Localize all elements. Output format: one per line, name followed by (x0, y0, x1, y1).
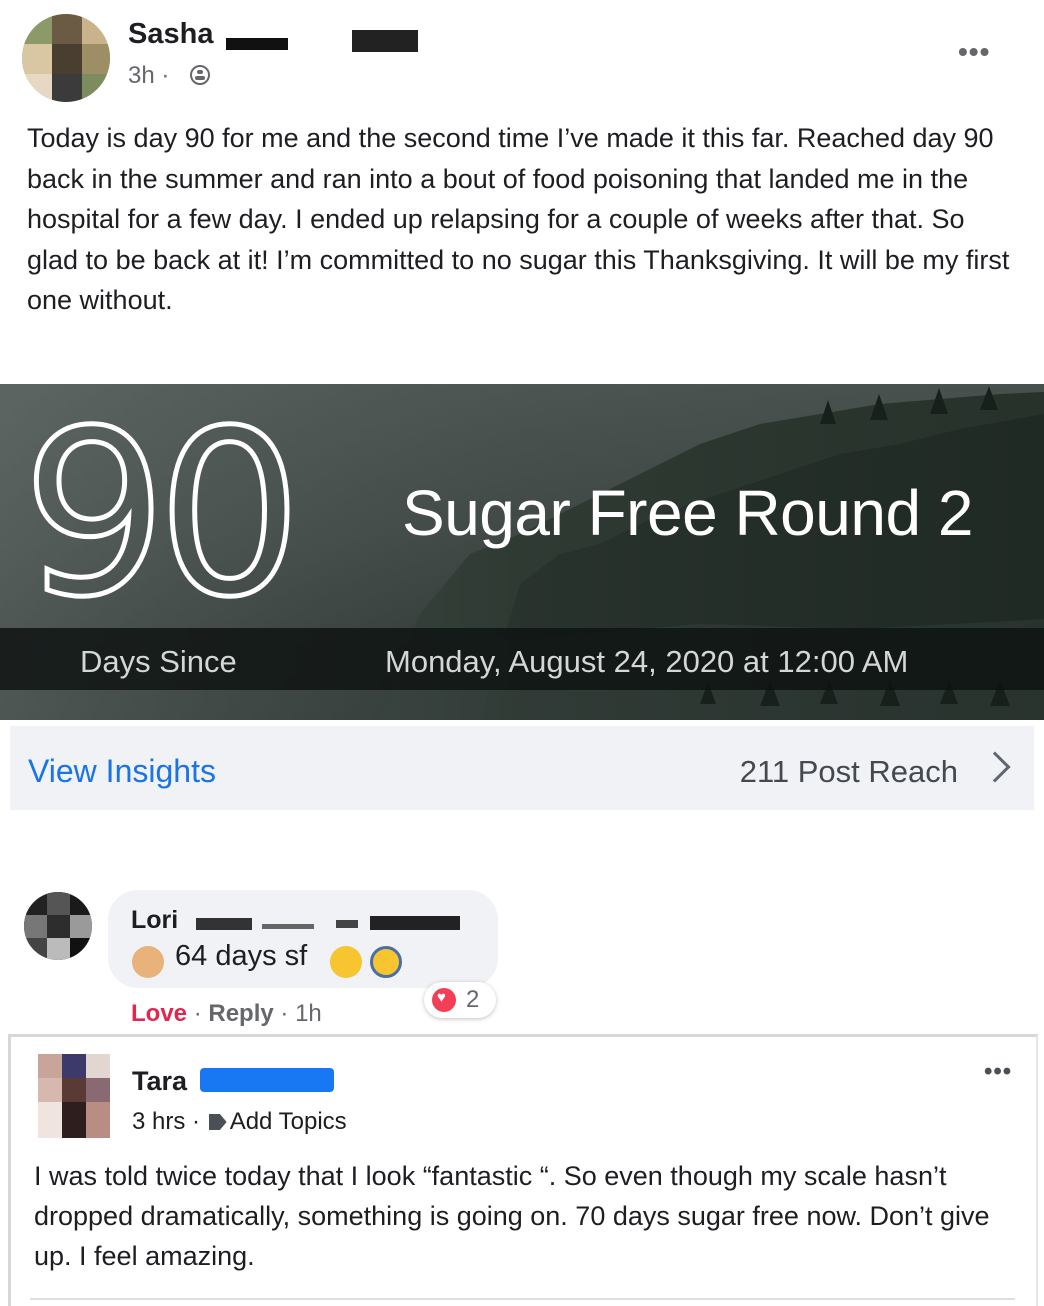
tag-icon (208, 1114, 227, 1130)
redacted-surname (352, 30, 418, 52)
comment-author[interactable]: Lori (131, 906, 178, 935)
redacted-surname (370, 916, 460, 930)
redacted-surname (196, 918, 252, 930)
audience-globe-icon (190, 65, 210, 85)
comment-actions: Love · Reply · 1h (131, 1000, 322, 1028)
post-reach-count: 211 Post Reach (739, 754, 958, 789)
view-insights-link[interactable]: View Insights (28, 753, 216, 790)
more-options-icon[interactable]: ••• (958, 36, 990, 68)
post-body-text: Today is day 90 for me and the second ti… (27, 123, 1010, 315)
redacted-surname (262, 924, 314, 929)
day-count-number: 90 (19, 381, 304, 647)
separator-dot: · (280, 1000, 296, 1027)
reaction-summary[interactable]: 2 (424, 982, 496, 1018)
author-name[interactable]: Sasha (128, 18, 213, 51)
insights-bar[interactable]: View Insights 211 Post Reach (10, 726, 1034, 810)
more-options-icon[interactable]: ••• (984, 1058, 1012, 1086)
divider (30, 1298, 1015, 1300)
days-since-label: Days Since (80, 644, 237, 679)
second-post-author[interactable]: Tara (132, 1066, 187, 1097)
reaction-count: 2 (466, 986, 480, 1013)
add-topics-link[interactable]: Add Topics (230, 1108, 347, 1135)
redacted-surname (200, 1068, 334, 1092)
nerd-face-emoji (370, 946, 402, 978)
comment-bubble (108, 890, 498, 988)
since-date: Monday, August 24, 2020 at 12:00 AM (385, 644, 909, 679)
comment-time: 1h (295, 1000, 322, 1027)
second-post-meta: 3 hrs · Add Topics (132, 1108, 347, 1136)
comment-text: 64 days sf (175, 940, 308, 972)
author-avatar[interactable] (22, 14, 110, 102)
heart-reaction-icon (432, 988, 456, 1012)
separator-dot: · (193, 1000, 209, 1027)
redacted-surname (226, 38, 288, 50)
commenter-avatar[interactable] (24, 892, 92, 960)
chevron-right-icon[interactable] (979, 751, 1011, 783)
second-post-time: 3 hrs · (132, 1108, 201, 1135)
raised-hand-woman-emoji (132, 946, 164, 978)
post-header: Sasha 3h · ••• (0, 0, 1044, 110)
second-post-body-text: I was told twice today that I look “fant… (34, 1161, 990, 1271)
redacted-surname (336, 920, 358, 928)
tara-avatar[interactable] (38, 1054, 110, 1138)
love-reaction-link[interactable]: Love (131, 1000, 187, 1027)
reply-link[interactable]: Reply (208, 1000, 273, 1027)
flushed-face-emoji (330, 946, 362, 978)
post-timestamp[interactable]: 3h · (128, 62, 169, 90)
counter-title: Sugar Free Round 2 (402, 477, 973, 549)
